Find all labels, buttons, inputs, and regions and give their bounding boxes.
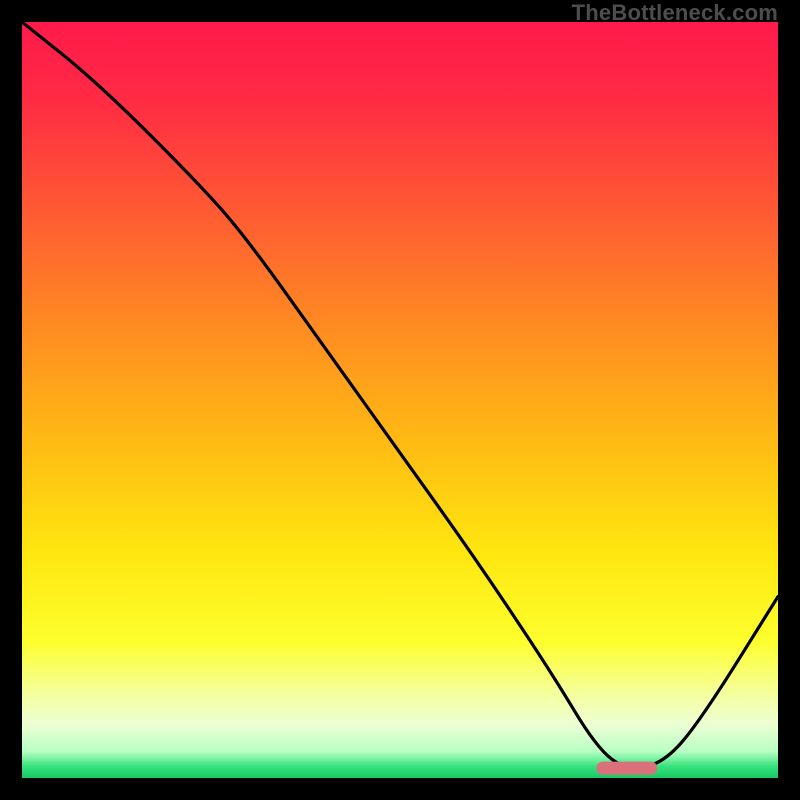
chart-frame <box>22 22 778 778</box>
gradient-background <box>22 22 778 778</box>
bottleneck-chart <box>22 22 778 778</box>
optimal-range-marker <box>597 762 657 775</box>
